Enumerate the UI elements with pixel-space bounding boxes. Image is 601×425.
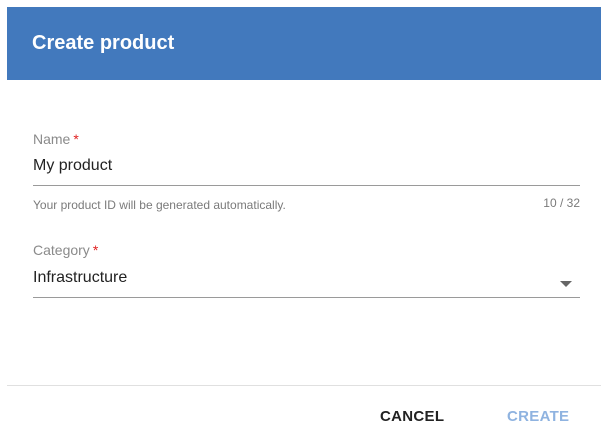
name-required-mark: * [73,131,79,147]
create-product-dialog: Create product Name * My product Your pro… [0,0,601,425]
category-field-label: Category * [33,242,98,258]
name-input[interactable]: My product [33,157,112,175]
category-label-text: Category [33,242,90,258]
create-button[interactable]: CREATE [507,408,569,425]
category-select[interactable]: Infrastructure [33,269,127,287]
name-label-text: Name [33,131,71,147]
caret-down-icon[interactable] [560,281,572,287]
name-char-counter: 10 / 32 [543,196,580,210]
footer-divider [7,385,601,386]
category-select-underline [33,297,580,298]
dialog-header: Create product [7,7,601,80]
name-hint: Your product ID will be generated automa… [33,198,286,212]
cancel-button[interactable]: CANCEL [380,408,444,425]
name-field-label: Name * [33,131,79,147]
category-required-mark: * [92,242,99,258]
name-input-underline [33,185,580,186]
dialog-title: Create product [32,32,175,54]
